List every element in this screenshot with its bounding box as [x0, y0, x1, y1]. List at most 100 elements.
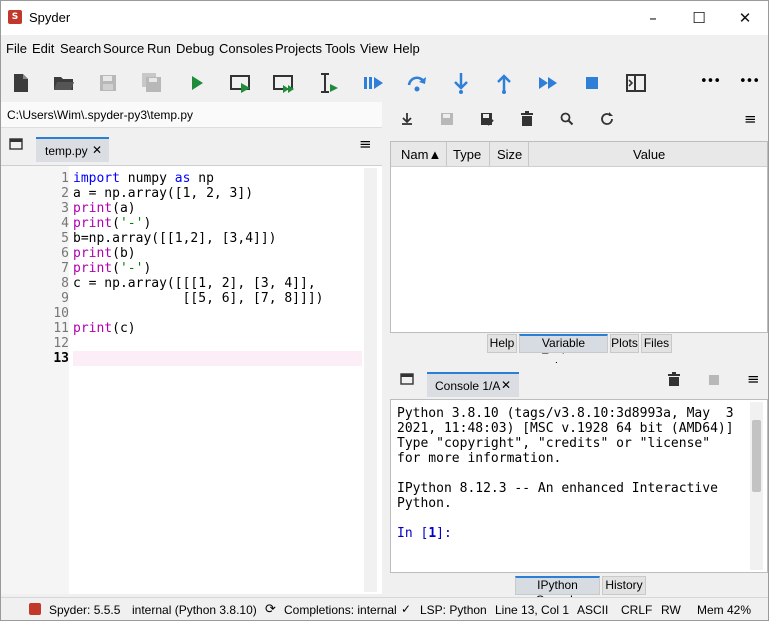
more-options-icon[interactable]: •••	[739, 74, 760, 89]
code-token: numpy	[119, 171, 175, 186]
menu-view[interactable]: View	[360, 41, 388, 56]
completions-icon: ⟳	[265, 601, 276, 616]
scrollbar-thumb[interactable]	[752, 420, 761, 492]
maximize-pane-icon[interactable]	[625, 72, 647, 94]
console-tab-bar: Console 1/A ✕ ≡	[389, 363, 768, 397]
tab-ipython-console[interactable]: IPython Console	[515, 576, 600, 607]
column-size[interactable]: Size	[497, 147, 522, 162]
console-prompt[interactable]: In [1]:	[397, 526, 452, 541]
menu-debug[interactable]: Debug	[176, 41, 214, 56]
step-into-icon[interactable]	[450, 72, 472, 94]
open-file-icon[interactable]	[53, 72, 75, 94]
tab-temp-py[interactable]: temp.py ✕	[36, 137, 109, 162]
code-editor[interactable]: 1 2 3 4 5 6 7 8 9 10 11 12 13 import num…	[1, 165, 382, 594]
close-icon[interactable]: ✕	[501, 378, 511, 392]
status-interpreter[interactable]: internal (Python 3.8.10)	[132, 603, 257, 617]
prompt-prefix: In [	[397, 526, 429, 541]
code-token: ,	[268, 276, 285, 291]
tab-plots[interactable]: Plots	[610, 334, 639, 353]
hamburger-menu-icon[interactable]: ≡	[747, 370, 760, 388]
browse-tabs-icon[interactable]	[400, 373, 414, 388]
menu-run[interactable]: Run	[147, 41, 171, 56]
save-all-icon[interactable]	[141, 72, 163, 94]
menu-file[interactable]: File	[6, 41, 27, 56]
save-icon[interactable]	[97, 72, 119, 94]
ipython-console[interactable]: Python 3.8.10 (tags/v3.8.10:3d8993a, May…	[390, 399, 768, 573]
hamburger-menu-icon[interactable]: ≡	[744, 110, 757, 128]
main-toolbar: ••• •••	[1, 63, 768, 101]
prompt-suffix: ]:	[436, 526, 452, 541]
debug-icon[interactable]	[362, 72, 384, 94]
line-number: 10	[53, 306, 69, 321]
code-line: import numpy as np	[73, 171, 214, 186]
close-button[interactable]: ✕	[722, 1, 768, 35]
menu-tools[interactable]: Tools	[325, 41, 355, 56]
more-options-icon[interactable]: •••	[700, 74, 721, 89]
code-token: (a)	[112, 201, 136, 216]
pane-splitter[interactable]	[382, 102, 389, 596]
code-token: ])	[237, 186, 254, 201]
remove-all-icon[interactable]	[520, 111, 534, 129]
tab-help[interactable]: Help	[487, 334, 517, 353]
tab-label: temp.py	[45, 144, 88, 158]
tab-history[interactable]: History	[602, 576, 646, 595]
line-number-gutter: 1 2 3 4 5 6 7 8 9 10 11 12 13	[1, 166, 69, 594]
column-separator	[489, 142, 490, 166]
column-value[interactable]: Value	[633, 147, 665, 162]
hamburger-menu-icon[interactable]: ≡	[359, 135, 372, 153]
prompt-number: 1	[428, 526, 437, 541]
console-scrollbar[interactable]	[750, 402, 763, 570]
browse-tabs-icon[interactable]	[9, 138, 23, 153]
run-cell-icon[interactable]	[230, 72, 252, 94]
run-selection-icon[interactable]	[318, 72, 340, 94]
stop-icon[interactable]	[581, 72, 603, 94]
code-line: print(b)	[73, 246, 136, 261]
line-number: 4	[61, 216, 69, 231]
tab-console-1a[interactable]: Console 1/A ✕	[427, 372, 519, 397]
line-number: 6	[61, 246, 69, 261]
save-data-as-icon[interactable]	[480, 112, 494, 129]
maximize-button[interactable]: ☐	[676, 1, 722, 35]
column-name[interactable]: Nam▲	[401, 147, 441, 162]
variable-table[interactable]: Nam▲ Type Size Value	[390, 141, 768, 333]
menu-edit[interactable]: Edit	[32, 41, 54, 56]
column-type[interactable]: Type	[453, 147, 481, 162]
menu-help[interactable]: Help	[393, 41, 420, 56]
code-line: print('-')	[73, 216, 151, 231]
code-line: print(a)	[73, 201, 136, 216]
import-data-icon[interactable]	[400, 112, 414, 129]
refresh-icon[interactable]	[600, 112, 614, 129]
code-line: c = np.array([[[1, 2], [3, 4]],	[73, 276, 316, 291]
variable-table-header: Nam▲ Type Size Value	[391, 142, 767, 167]
menu-source[interactable]: Source	[103, 41, 144, 56]
close-icon[interactable]: ✕	[92, 143, 102, 157]
tab-files[interactable]: Files	[641, 334, 672, 353]
step-return-icon[interactable]	[493, 72, 515, 94]
minimize-button[interactable]: –	[630, 1, 676, 35]
stop-kernel-icon[interactable]	[709, 374, 719, 388]
run-icon[interactable]	[186, 72, 208, 94]
remove-all-icon[interactable]	[668, 372, 680, 389]
tab-variable-explorer[interactable]: Variable Explorer	[519, 334, 608, 365]
code-token: 3	[260, 276, 269, 291]
code-token: ], [	[198, 231, 230, 246]
code-token: 8	[284, 291, 293, 306]
status-version: Spyder: 5.5.5	[49, 603, 121, 617]
status-eol: CRLF	[621, 603, 653, 617]
run-cell-advance-icon[interactable]	[273, 72, 295, 94]
new-file-icon[interactable]	[10, 72, 32, 94]
pane-splitter[interactable]	[389, 354, 768, 362]
variable-explorer-tabs: Help Variable Explorer Plots Files	[389, 332, 768, 365]
continue-icon[interactable]	[537, 72, 559, 94]
code-token: )	[143, 216, 152, 231]
search-icon[interactable]	[560, 112, 574, 129]
step-over-icon[interactable]	[406, 72, 428, 94]
code-token: np	[190, 171, 214, 186]
menu-projects[interactable]: Projects	[275, 41, 322, 56]
save-data-icon[interactable]	[440, 112, 454, 129]
console-bottom-tabs: IPython Console History	[389, 574, 768, 607]
code-token: )	[143, 261, 152, 276]
menu-search[interactable]: Search	[60, 41, 101, 56]
menu-consoles[interactable]: Consoles	[219, 41, 273, 56]
editor-scrollbar[interactable]	[364, 168, 377, 592]
